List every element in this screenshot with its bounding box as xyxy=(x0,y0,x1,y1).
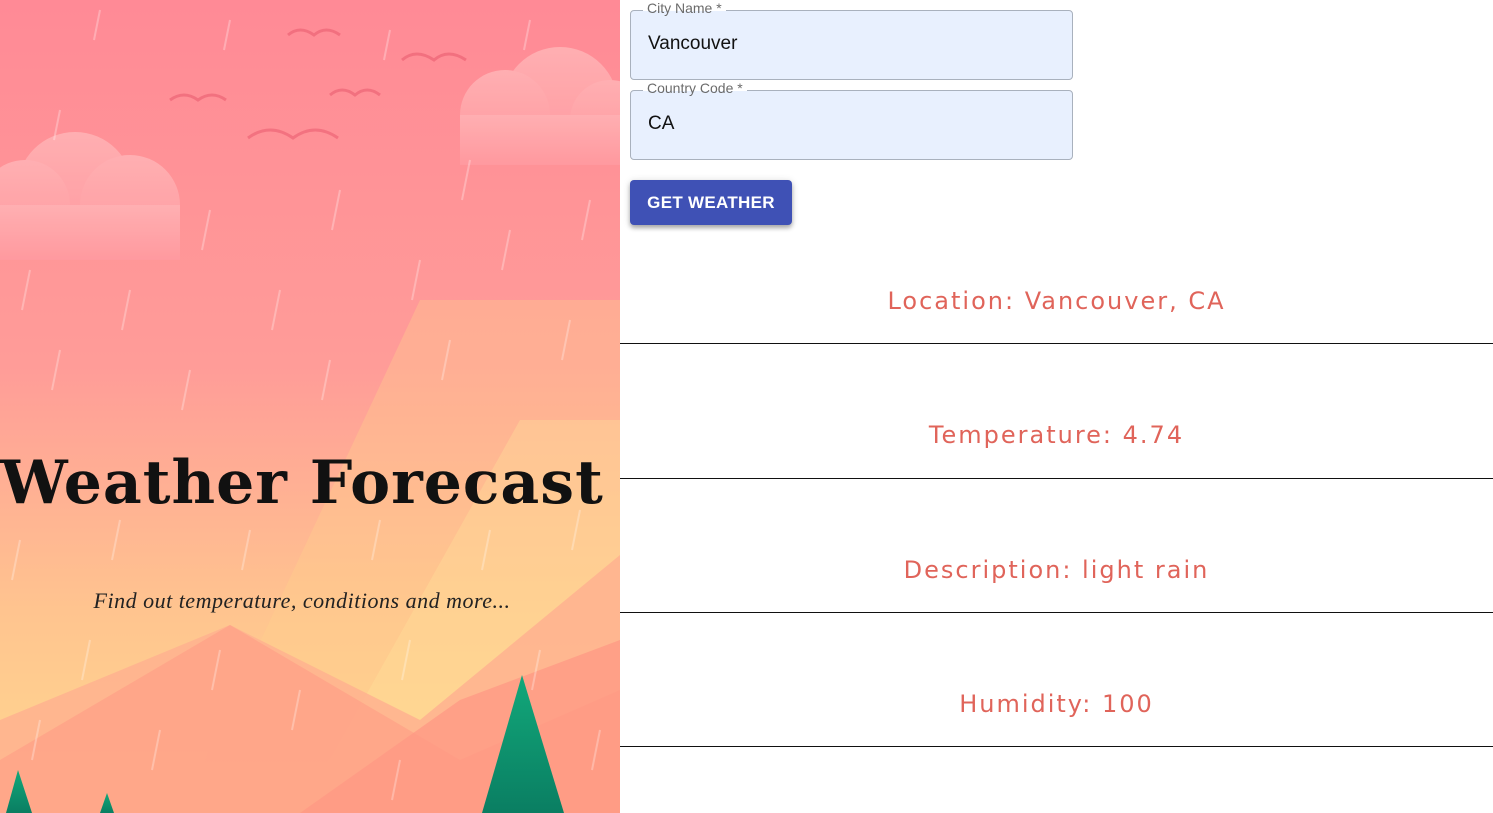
city-name-label: City Name * xyxy=(643,0,726,16)
hero-subtitle: Find out temperature, conditions and mor… xyxy=(93,588,511,613)
divider xyxy=(620,478,1493,479)
divider xyxy=(620,612,1493,613)
weather-app: Weather Forecast Find out temperature, c… xyxy=(0,0,1493,813)
hero-illustration xyxy=(0,0,620,813)
country-code-input[interactable] xyxy=(648,113,1048,135)
country-code-label: Country Code * xyxy=(643,80,747,96)
humidity-result: Humidity: 100 xyxy=(959,690,1154,718)
temperature-result: Temperature: 4.74 xyxy=(928,421,1185,449)
description-result: Description: light rain xyxy=(903,556,1210,584)
divider xyxy=(620,343,1493,344)
get-weather-button[interactable]: GET WEATHER xyxy=(630,180,792,225)
hero-panel: Weather Forecast Find out temperature, c… xyxy=(0,0,620,813)
city-name-input[interactable] xyxy=(648,33,1048,55)
location-result: Location: Vancouver, CA xyxy=(887,287,1226,315)
country-code-field[interactable]: Country Code * xyxy=(630,80,1073,160)
divider xyxy=(620,746,1493,747)
city-name-field[interactable]: City Name * xyxy=(630,0,1073,80)
hero-title: Weather Forecast xyxy=(0,448,604,518)
